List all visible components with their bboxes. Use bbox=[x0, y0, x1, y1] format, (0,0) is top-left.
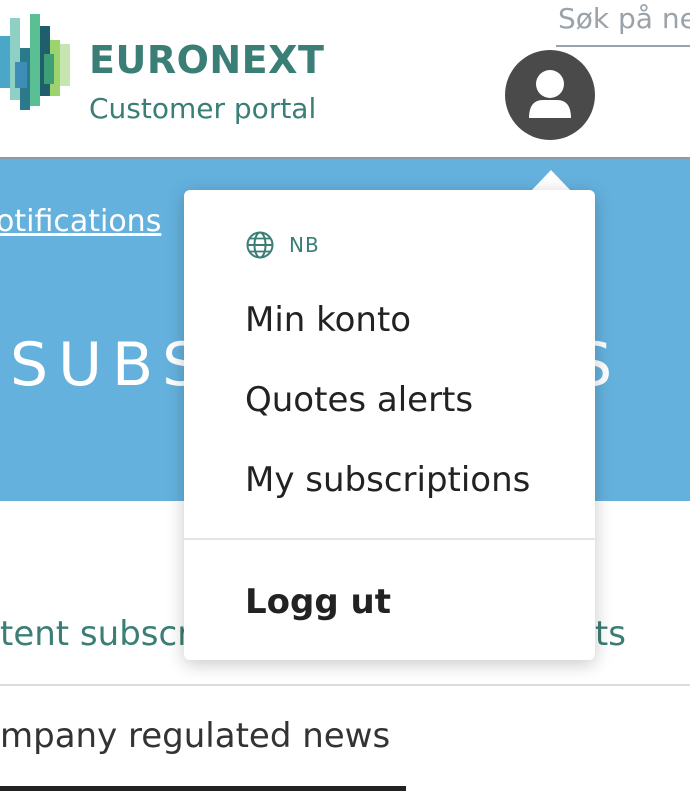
brand-subtitle: Customer portal bbox=[89, 92, 317, 125]
notifications-link[interactable]: otifications bbox=[0, 204, 161, 239]
user-icon bbox=[529, 70, 571, 118]
language-selector[interactable]: NB bbox=[245, 230, 320, 260]
menu-item-quotes-alerts[interactable]: Quotes alerts bbox=[245, 380, 473, 420]
brand-title: EURONEXT bbox=[89, 38, 325, 82]
menu-item-my-subscriptions[interactable]: My subscriptions bbox=[245, 460, 530, 500]
menu-divider bbox=[184, 538, 595, 540]
active-tab-indicator bbox=[0, 786, 406, 791]
tabs-divider bbox=[0, 684, 690, 686]
language-label: NB bbox=[289, 233, 320, 257]
search-input[interactable] bbox=[556, 0, 690, 47]
logout-button[interactable]: Logg ut bbox=[245, 582, 391, 622]
header: EURONEXT Customer portal bbox=[0, 0, 690, 159]
user-dropdown-menu: NB Min konto Quotes alerts My subscripti… bbox=[184, 190, 595, 660]
menu-item-my-account[interactable]: Min konto bbox=[245, 300, 411, 340]
euronext-logo-icon[interactable] bbox=[0, 14, 74, 110]
dropdown-caret bbox=[530, 170, 572, 192]
globe-icon bbox=[246, 231, 274, 259]
tab-company-regulated-news[interactable]: mpany regulated news bbox=[0, 716, 390, 756]
user-menu-button[interactable] bbox=[505, 50, 595, 140]
